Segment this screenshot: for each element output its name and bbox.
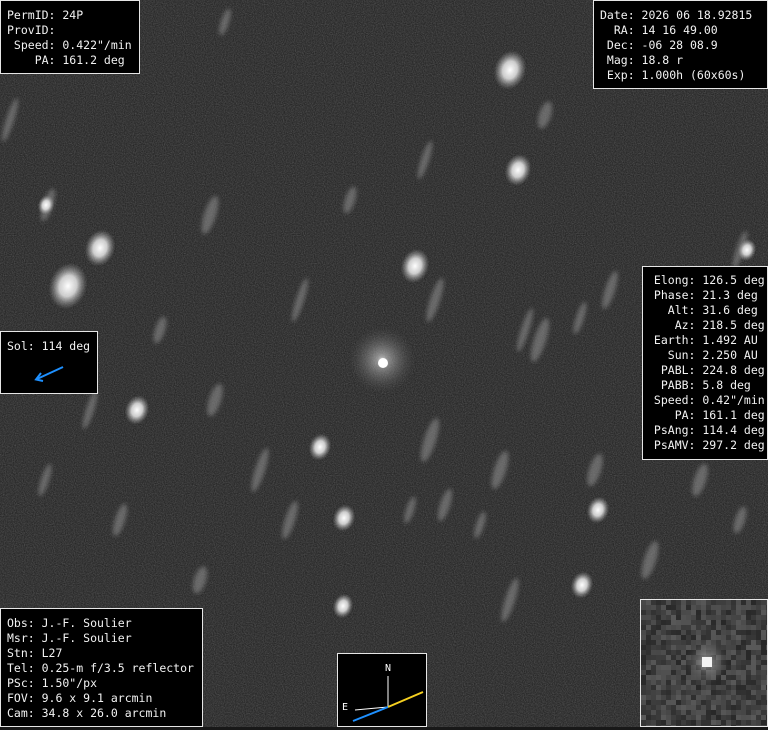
observation-info-text: Date: 2026 06 18.92815 RA: 14 16 49.00 D…: [600, 8, 753, 82]
zoom-image: [641, 600, 767, 726]
ephemeris-text: Elong: 126.5 deg Phase: 21.3 deg Alt: 31…: [653, 273, 765, 452]
motion-direction-line: [387, 691, 424, 708]
observation-info-panel: Date: 2026 06 18.92815 RA: 14 16 49.00 D…: [593, 0, 768, 89]
target-info-panel: PermID: 24P ProvID: Speed: 0.422"/min PA…: [0, 0, 140, 74]
east-label: E: [342, 702, 348, 713]
north-label: N: [385, 663, 391, 674]
observer-text: Obs: J.-F. Soulier Msr: J.-F. Soulier St…: [7, 616, 194, 720]
observer-panel: Obs: J.-F. Soulier Msr: J.-F. Soulier St…: [0, 608, 203, 727]
sun-direction-arrow-icon: [34, 366, 64, 382]
sun-direction-line: [352, 706, 389, 722]
orientation-compass: N E: [337, 653, 427, 727]
sol-panel: Sol: 114 deg: [0, 331, 98, 394]
target-info-text: PermID: 24P ProvID: Speed: 0.422"/min PA…: [7, 8, 132, 67]
target-zoom-thumbnail: [640, 599, 768, 727]
comet: [348, 326, 416, 394]
ephemeris-panel: Elong: 126.5 deg Phase: 21.3 deg Alt: 31…: [642, 266, 768, 460]
compass-rose-icon: N E: [342, 663, 424, 722]
sol-text: Sol: 114 deg: [7, 339, 91, 353]
